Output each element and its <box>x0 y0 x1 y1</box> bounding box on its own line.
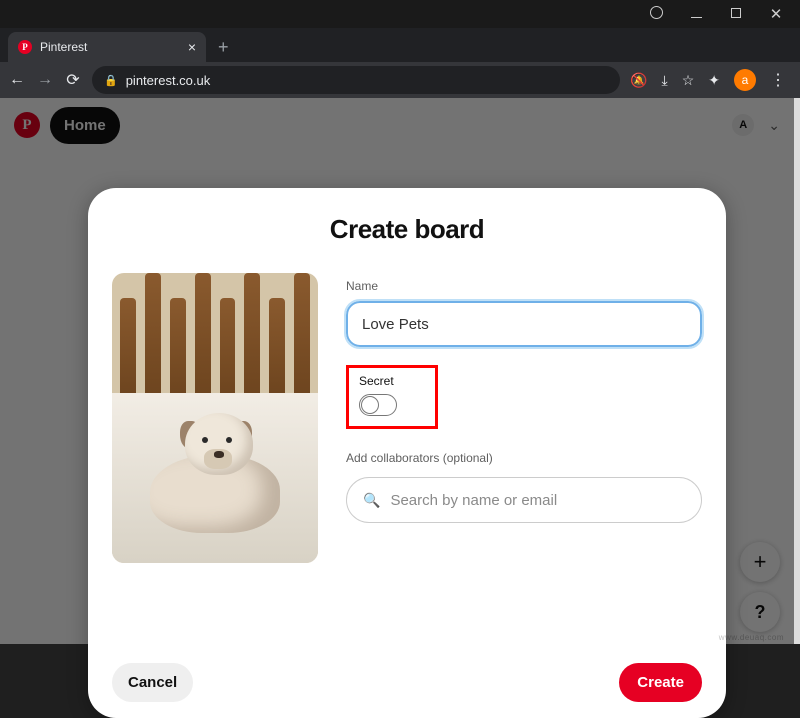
install-app-icon[interactable]: ⤓ <box>662 72 668 89</box>
tab-close-button[interactable]: × <box>188 39 196 55</box>
back-button[interactable]: ← <box>8 71 26 89</box>
forward-button[interactable]: → <box>36 71 54 89</box>
window-close-button[interactable]: ✕ <box>768 5 784 23</box>
browser-tab-pinterest[interactable]: P Pinterest × <box>8 32 206 62</box>
window-maximize-button[interactable] <box>728 7 744 21</box>
secret-toggle[interactable] <box>359 394 397 416</box>
collaborators-placeholder: Search by name or email <box>390 492 557 509</box>
modal-form: Name Secret Add collaborators (optional)… <box>346 273 702 563</box>
record-indicator-icon <box>648 6 664 22</box>
page-viewport: P Home A ⌄ + ? Create board <box>0 98 794 644</box>
reload-button[interactable]: ⟳ <box>64 70 82 90</box>
board-preview-image <box>112 273 318 563</box>
profile-avatar[interactable]: a <box>734 69 756 91</box>
name-field-label: Name <box>346 279 702 293</box>
tab-title: Pinterest <box>40 40 87 54</box>
browser-tabstrip: P Pinterest × + <box>0 28 800 62</box>
window-minimize-button[interactable] <box>688 7 704 21</box>
bookmark-star-icon[interactable]: ☆ <box>682 72 695 89</box>
page-scrollbar[interactable] <box>794 98 800 644</box>
pinterest-favicon-icon: P <box>18 40 32 54</box>
create-button[interactable]: Create <box>619 663 702 702</box>
search-icon: 🔍 <box>363 492 380 509</box>
address-bar[interactable]: 🔒 pinterest.co.uk <box>92 66 620 94</box>
lock-icon: 🔒 <box>104 74 118 87</box>
browser-toolbar: ← → ⟳ 🔒 pinterest.co.uk 🔕 ⤓ ☆ ✦ a ⋮ <box>0 62 800 98</box>
notifications-muted-icon[interactable]: 🔕 <box>630 72 647 89</box>
collaborators-label: Add collaborators (optional) <box>346 451 702 465</box>
new-tab-button[interactable]: + <box>206 32 241 62</box>
collaborators-search-input[interactable]: 🔍 Search by name or email <box>346 477 702 523</box>
toolbar-right: 🔕 ⤓ ☆ ✦ a ⋮ <box>630 69 792 91</box>
watermark-text: www.deuaq.com <box>719 633 784 642</box>
create-board-modal: Create board Name <box>88 188 726 718</box>
secret-highlight-box: Secret <box>346 365 438 429</box>
cancel-button[interactable]: Cancel <box>112 663 193 702</box>
modal-footer: Cancel Create <box>112 663 702 702</box>
browser-menu-button[interactable]: ⋮ <box>770 70 786 90</box>
modal-title: Create board <box>112 214 702 245</box>
address-text: pinterest.co.uk <box>126 73 211 88</box>
window-titlebar: ✕ <box>0 0 800 28</box>
secret-field-label: Secret <box>359 374 425 388</box>
board-name-input[interactable] <box>346 301 702 347</box>
toggle-knob <box>361 396 379 414</box>
extensions-icon[interactable]: ✦ <box>708 72 720 89</box>
